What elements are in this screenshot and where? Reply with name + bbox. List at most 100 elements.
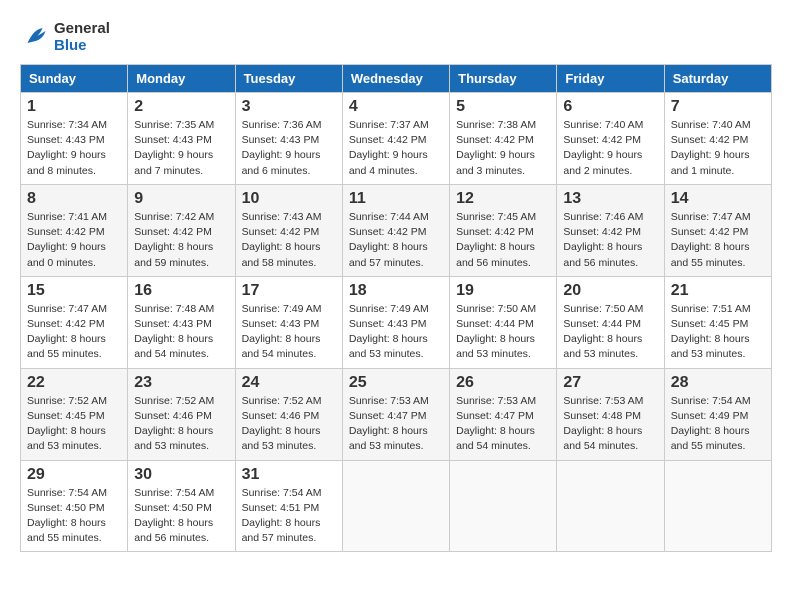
week-row-3: 15 Sunrise: 7:47 AM Sunset: 4:42 PM Dayli… [21,276,772,368]
day-number: 16 [134,282,228,300]
calendar-cell: 12Sunrise: 7:45 AM Sunset: 4:42 PM Dayli… [450,184,557,276]
logo-icon [20,22,50,52]
calendar-cell [342,460,449,552]
day-info: Sunrise: 7:53 AM Sunset: 4:47 PM Dayligh… [456,394,550,455]
day-number: 12 [456,190,550,208]
logo: General Blue [20,20,110,54]
weekday-header-monday: Monday [128,65,235,93]
day-info: Sunrise: 7:48 AM Sunset: 4:43 PM Dayligh… [134,302,228,363]
day-number: 14 [671,190,765,208]
calendar-cell: 20 Sunrise: 7:50 AM Sunset: 4:44 PM Dayli… [557,276,664,368]
day-number: 25 [349,374,443,392]
day-number: 7 [671,98,765,116]
calendar-cell: 5 Sunrise: 7:38 AM Sunset: 4:42 PM Daylig… [450,93,557,185]
calendar-cell: 9Sunrise: 7:42 AM Sunset: 4:42 PM Daylig… [128,184,235,276]
day-info: Sunrise: 7:50 AM Sunset: 4:44 PM Dayligh… [456,302,550,363]
day-info: Sunrise: 7:49 AM Sunset: 4:43 PM Dayligh… [349,302,443,363]
day-info: Sunrise: 7:53 AM Sunset: 4:48 PM Dayligh… [563,394,657,455]
calendar-cell: 24 Sunrise: 7:52 AM Sunset: 4:46 PM Dayli… [235,368,342,460]
calendar-cell: 1 Sunrise: 7:34 AM Sunset: 4:43 PM Daylig… [21,93,128,185]
day-number: 3 [242,98,336,116]
calendar-cell: 6 Sunrise: 7:40 AM Sunset: 4:42 PM Daylig… [557,93,664,185]
day-number: 5 [456,98,550,116]
calendar-cell: 29Sunrise: 7:54 AM Sunset: 4:50 PM Dayli… [21,460,128,552]
day-number: 15 [27,282,121,300]
calendar-cell: 13Sunrise: 7:46 AM Sunset: 4:42 PM Dayli… [557,184,664,276]
calendar-cell: 10 Sunrise: 7:43 AM Sunset: 4:42 PM Dayli… [235,184,342,276]
calendar-cell [450,460,557,552]
day-info: Sunrise: 7:36 AM Sunset: 4:43 PM Dayligh… [242,118,336,179]
day-number: 19 [456,282,550,300]
calendar-cell: 18Sunrise: 7:49 AM Sunset: 4:43 PM Dayli… [342,276,449,368]
day-number: 20 [563,282,657,300]
day-info: Sunrise: 7:43 AM Sunset: 4:42 PM Dayligh… [242,210,336,271]
day-number: 6 [563,98,657,116]
day-info: Sunrise: 7:54 AM Sunset: 4:51 PM Dayligh… [242,486,336,547]
weekday-header-sunday: Sunday [21,65,128,93]
calendar-cell [557,460,664,552]
header: General Blue [20,20,772,54]
day-info: Sunrise: 7:34 AM Sunset: 4:43 PM Dayligh… [27,118,121,179]
day-info: Sunrise: 7:50 AM Sunset: 4:44 PM Dayligh… [563,302,657,363]
day-info: Sunrise: 7:42 AM Sunset: 4:42 PM Dayligh… [134,210,228,271]
day-info: Sunrise: 7:47 AM Sunset: 4:42 PM Dayligh… [671,210,765,271]
day-info: Sunrise: 7:40 AM Sunset: 4:42 PM Dayligh… [671,118,765,179]
day-info: Sunrise: 7:54 AM Sunset: 4:49 PM Dayligh… [671,394,765,455]
day-info: Sunrise: 7:54 AM Sunset: 4:50 PM Dayligh… [27,486,121,547]
day-number: 2 [134,98,228,116]
day-info: Sunrise: 7:52 AM Sunset: 4:46 PM Dayligh… [134,394,228,455]
day-info: Sunrise: 7:51 AM Sunset: 4:45 PM Dayligh… [671,302,765,363]
week-row-2: 8 Sunrise: 7:41 AM Sunset: 4:42 PM Daylig… [21,184,772,276]
day-number: 26 [456,374,550,392]
day-info: Sunrise: 7:54 AM Sunset: 4:50 PM Dayligh… [134,486,228,547]
day-info: Sunrise: 7:41 AM Sunset: 4:42 PM Dayligh… [27,210,121,271]
day-info: Sunrise: 7:46 AM Sunset: 4:42 PM Dayligh… [563,210,657,271]
day-number: 24 [242,374,336,392]
calendar-cell: 25 Sunrise: 7:53 AM Sunset: 4:47 PM Dayli… [342,368,449,460]
day-info: Sunrise: 7:44 AM Sunset: 4:42 PM Dayligh… [349,210,443,271]
day-number: 31 [242,466,336,484]
calendar-cell: 23 Sunrise: 7:52 AM Sunset: 4:46 PM Dayli… [128,368,235,460]
weekday-header-thursday: Thursday [450,65,557,93]
calendar-cell: 3 Sunrise: 7:36 AM Sunset: 4:43 PM Daylig… [235,93,342,185]
day-info: Sunrise: 7:52 AM Sunset: 4:45 PM Dayligh… [27,394,121,455]
calendar-cell: 28 Sunrise: 7:54 AM Sunset: 4:49 PM Dayli… [664,368,771,460]
calendar-table: SundayMondayTuesdayWednesdayThursdayFrid… [20,64,772,552]
day-info: Sunrise: 7:37 AM Sunset: 4:42 PM Dayligh… [349,118,443,179]
day-number: 4 [349,98,443,116]
day-number: 17 [242,282,336,300]
day-number: 28 [671,374,765,392]
weekday-header-friday: Friday [557,65,664,93]
day-number: 8 [27,190,121,208]
calendar-cell: 8 Sunrise: 7:41 AM Sunset: 4:42 PM Daylig… [21,184,128,276]
weekday-header-row: SundayMondayTuesdayWednesdayThursdayFrid… [21,65,772,93]
day-number: 1 [27,98,121,116]
day-number: 11 [349,190,443,208]
logo-text: General Blue [54,20,110,54]
day-info: Sunrise: 7:53 AM Sunset: 4:47 PM Dayligh… [349,394,443,455]
day-number: 30 [134,466,228,484]
calendar-cell: 22Sunrise: 7:52 AM Sunset: 4:45 PM Dayli… [21,368,128,460]
calendar-cell: 11 Sunrise: 7:44 AM Sunset: 4:42 PM Dayli… [342,184,449,276]
calendar-cell: 27Sunrise: 7:53 AM Sunset: 4:48 PM Dayli… [557,368,664,460]
calendar-cell: 17 Sunrise: 7:49 AM Sunset: 4:43 PM Dayli… [235,276,342,368]
calendar-cell: 14 Sunrise: 7:47 AM Sunset: 4:42 PM Dayli… [664,184,771,276]
day-number: 23 [134,374,228,392]
day-info: Sunrise: 7:49 AM Sunset: 4:43 PM Dayligh… [242,302,336,363]
day-number: 10 [242,190,336,208]
calendar-cell: 26 Sunrise: 7:53 AM Sunset: 4:47 PM Dayli… [450,368,557,460]
day-info: Sunrise: 7:52 AM Sunset: 4:46 PM Dayligh… [242,394,336,455]
calendar-cell [664,460,771,552]
week-row-1: 1 Sunrise: 7:34 AM Sunset: 4:43 PM Daylig… [21,93,772,185]
day-number: 21 [671,282,765,300]
day-info: Sunrise: 7:38 AM Sunset: 4:42 PM Dayligh… [456,118,550,179]
day-info: Sunrise: 7:47 AM Sunset: 4:42 PM Dayligh… [27,302,121,363]
calendar-cell: 4 Sunrise: 7:37 AM Sunset: 4:42 PM Daylig… [342,93,449,185]
day-info: Sunrise: 7:35 AM Sunset: 4:43 PM Dayligh… [134,118,228,179]
calendar-cell: 2 Sunrise: 7:35 AM Sunset: 4:43 PM Daylig… [128,93,235,185]
calendar-cell: 19 Sunrise: 7:50 AM Sunset: 4:44 PM Dayli… [450,276,557,368]
week-row-5: 29Sunrise: 7:54 AM Sunset: 4:50 PM Dayli… [21,460,772,552]
weekday-header-saturday: Saturday [664,65,771,93]
calendar-cell: 15 Sunrise: 7:47 AM Sunset: 4:42 PM Dayli… [21,276,128,368]
day-info: Sunrise: 7:40 AM Sunset: 4:42 PM Dayligh… [563,118,657,179]
